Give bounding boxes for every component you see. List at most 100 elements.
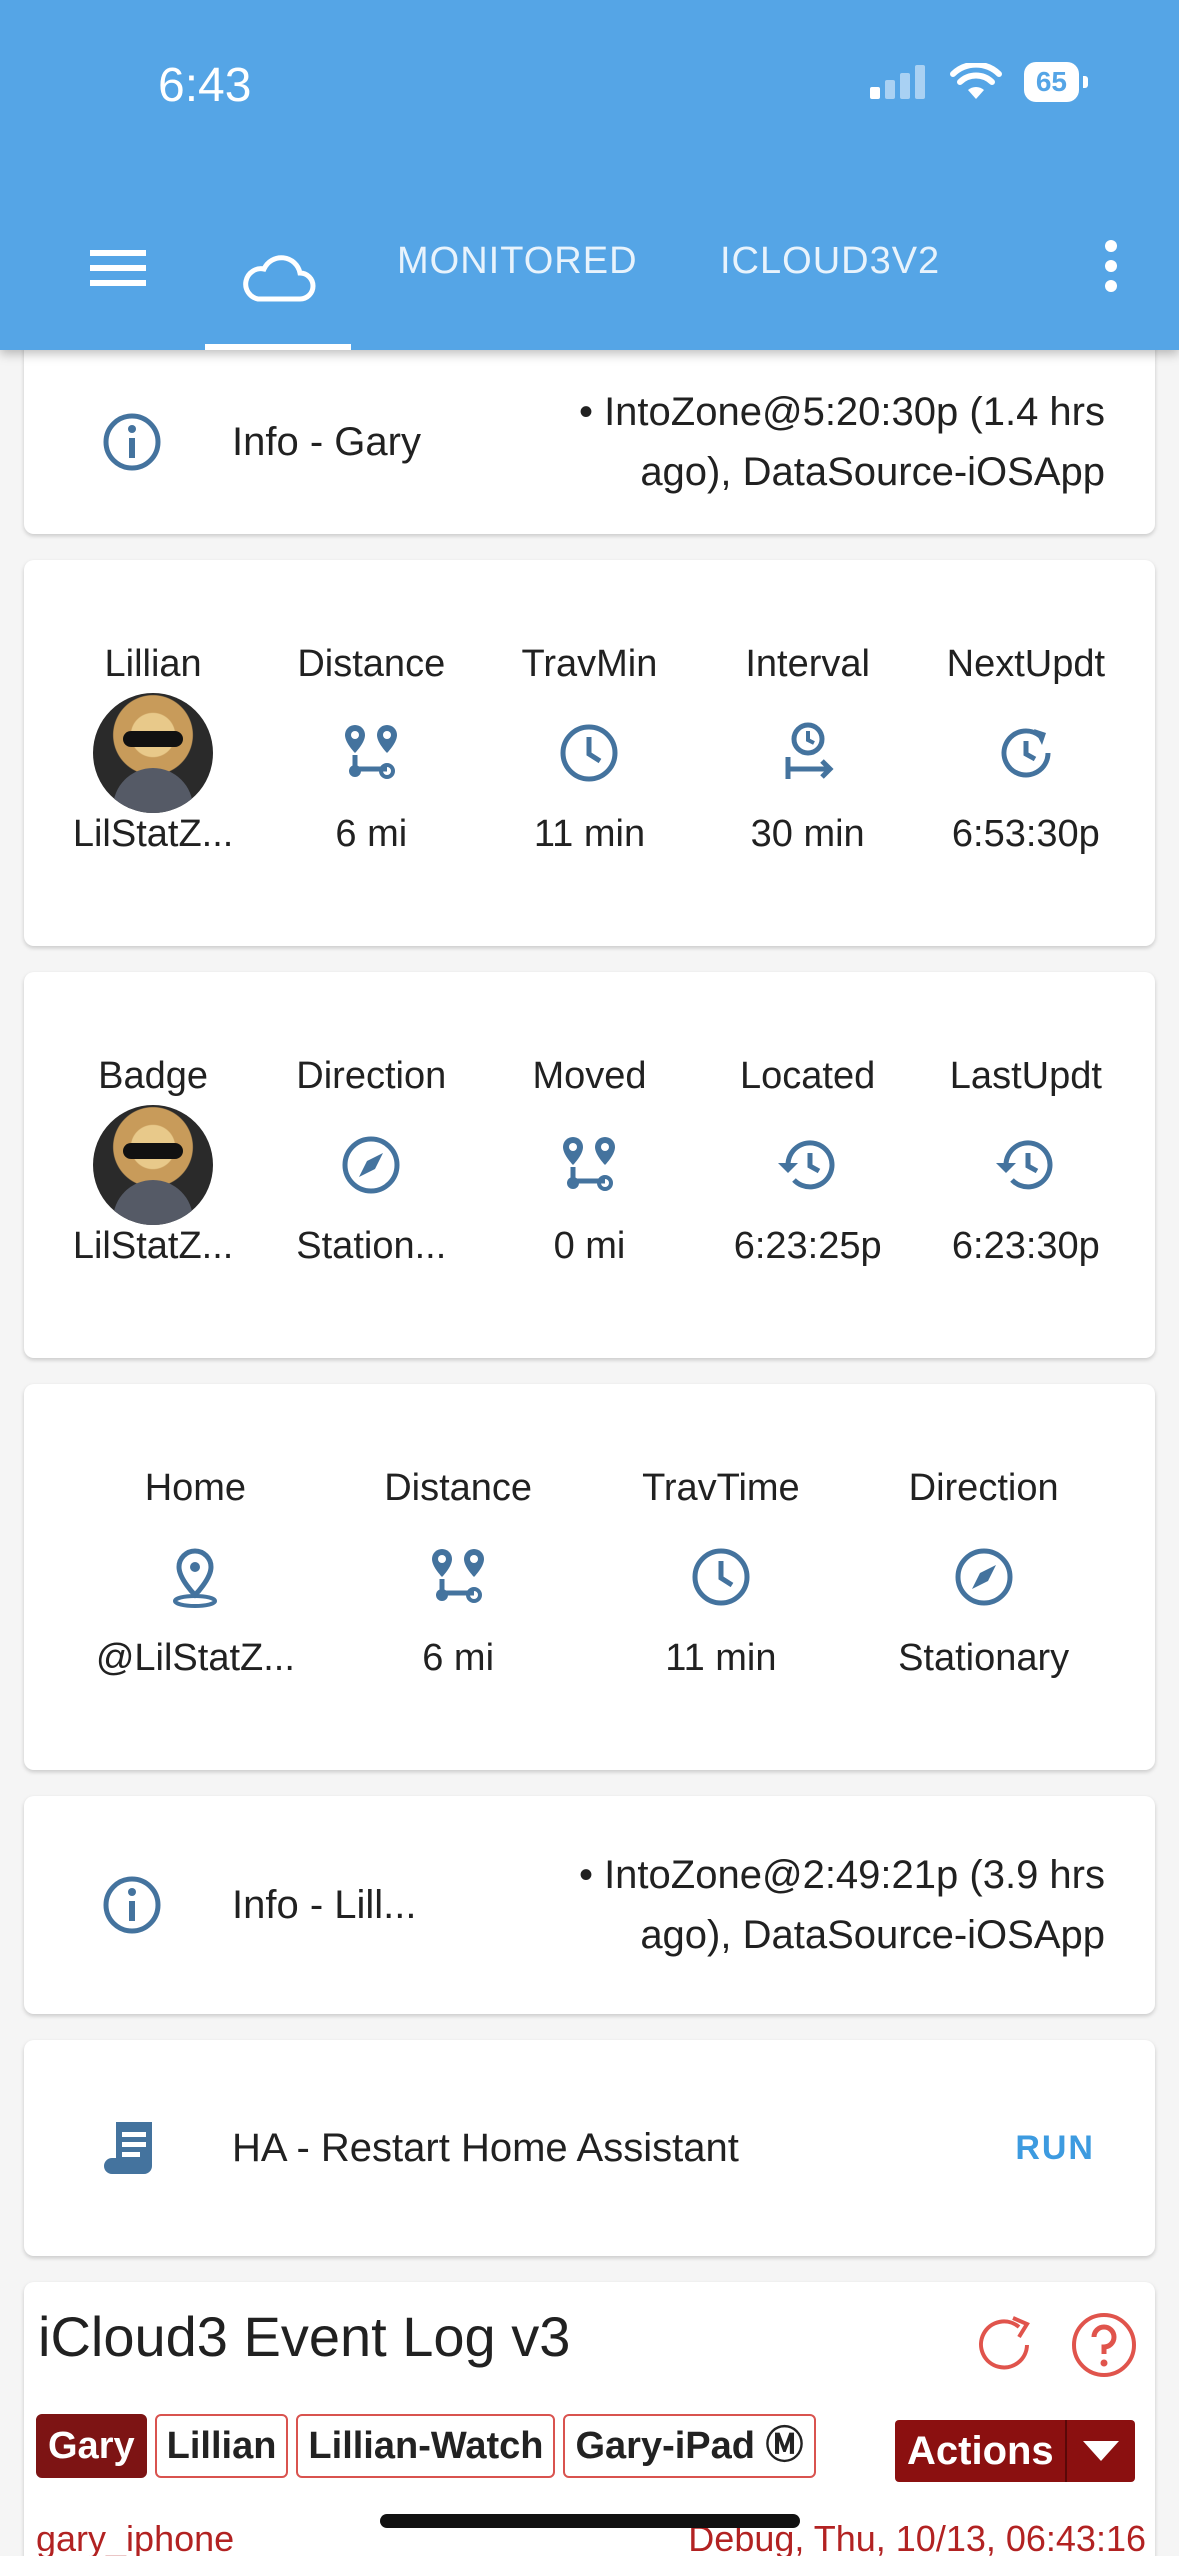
glance-value: 6 mi bbox=[335, 813, 408, 855]
glance-title: Direction bbox=[296, 1055, 447, 1097]
compass-icon bbox=[342, 1136, 400, 1194]
tab-bar: MONITORED ICLOUD3V2 bbox=[0, 210, 1179, 350]
avatar bbox=[93, 1105, 214, 1225]
glance-title: TravMin bbox=[521, 643, 658, 685]
history-icon bbox=[777, 1140, 835, 1190]
glance-title: Home bbox=[144, 1467, 247, 1509]
info-value-line1: • IntoZone@2:49:21p (3.9 hrs bbox=[578, 1853, 1105, 1897]
glance-value: Station... bbox=[296, 1225, 447, 1267]
app-header: 6:43 65 MONITORED ICLOUD3V2 bbox=[0, 0, 1179, 350]
chip-lillian-watch[interactable]: Lillian-Watch bbox=[296, 2414, 556, 2478]
home-indicator[interactable] bbox=[380, 2514, 800, 2528]
run-button[interactable]: RUN bbox=[1015, 2129, 1095, 2168]
glance-value: 0 mi bbox=[553, 1225, 626, 1267]
glance-title: Distance bbox=[297, 643, 446, 685]
glance-item-distance[interactable]: Distance 6 mi bbox=[343, 1467, 573, 1687]
status-time: 6:43 bbox=[158, 59, 252, 112]
glance-item-direction[interactable]: Direction Stationary bbox=[869, 1467, 1099, 1687]
actions-label: Actions bbox=[907, 2428, 1054, 2473]
glance-item-nextupdt[interactable]: NextUpdt 6:53:30p bbox=[926, 643, 1126, 863]
clock-icon bbox=[560, 724, 618, 782]
info-label: Info - Lill... bbox=[232, 1882, 417, 1927]
compass-icon bbox=[955, 1548, 1013, 1606]
glance-item-interval[interactable]: Interval 30 min bbox=[708, 643, 908, 863]
glance-value: 6:23:25p bbox=[733, 1225, 882, 1267]
glance-item-moved[interactable]: Moved 0 mi bbox=[489, 1055, 689, 1275]
chip-gary-ipad[interactable]: Gary-iPad Ⓜ bbox=[563, 2414, 816, 2478]
history-icon bbox=[995, 1140, 1053, 1190]
clock-refresh-icon bbox=[1001, 728, 1051, 778]
chip-gary[interactable]: Gary bbox=[36, 2414, 147, 2478]
info-value: • IntoZone@2:49:21p (3.9 hrs ago), DataS… bbox=[579, 1845, 1105, 1965]
script-card-restart: HA - Restart Home Assistant RUN bbox=[24, 2040, 1155, 2256]
glance-title: Moved bbox=[532, 1055, 647, 1097]
clock-icon bbox=[692, 1548, 750, 1606]
info-value-line2: ago), DataSource-iOSApp bbox=[640, 1913, 1105, 1957]
info-value-line1: • IntoZone@5:20:30p (1.4 hrs bbox=[578, 390, 1105, 434]
timer-arrow-icon bbox=[785, 722, 834, 779]
glance-item-travtime[interactable]: TravTime 11 min bbox=[606, 1467, 836, 1687]
info-card-lillian[interactable]: Info - Lill... • IntoZone@2:49:21p (3.9 … bbox=[24, 1796, 1155, 2014]
glance-value: LilStatZ... bbox=[72, 1225, 234, 1267]
info-label: Info - Gary bbox=[232, 419, 421, 464]
glance-title: Distance bbox=[384, 1467, 533, 1509]
glance-value: 6:23:30p bbox=[951, 1225, 1100, 1267]
script-label: HA - Restart Home Assistant bbox=[232, 2125, 739, 2170]
glance-title: LastUpdt bbox=[949, 1055, 1102, 1097]
glance-item-badge[interactable]: Badge LilStatZ... bbox=[53, 1055, 253, 1275]
status-icons: 65 bbox=[868, 62, 1089, 102]
glance-value: 11 min bbox=[533, 813, 646, 855]
glance-card-badge: Badge LilStatZ... Direction Station... M… bbox=[24, 972, 1155, 1358]
glance-value: @LilStatZ... bbox=[95, 1637, 295, 1679]
avatar bbox=[93, 693, 214, 813]
event-log-title: iCloud3 Event Log v3 bbox=[38, 2305, 571, 2368]
glance-value: 30 min bbox=[750, 813, 865, 855]
tab-cloud-home[interactable] bbox=[205, 210, 351, 350]
glance-value: Stationary bbox=[898, 1637, 1070, 1679]
glance-value: LilStatZ... bbox=[72, 813, 234, 855]
tab-monitored[interactable]: MONITORED bbox=[397, 240, 638, 283]
signal-icon bbox=[869, 65, 925, 99]
glance-item-lastupdt[interactable]: LastUpdt 6:23:30p bbox=[926, 1055, 1126, 1275]
map-marker-icon bbox=[173, 1548, 218, 1608]
glance-title: Interval bbox=[745, 643, 870, 685]
map-marker-distance-icon bbox=[432, 1549, 485, 1603]
glance-value: 11 min bbox=[665, 1637, 777, 1679]
more-vert-icon[interactable] bbox=[1103, 238, 1119, 294]
tab-icloud3v2[interactable]: ICLOUD3V2 bbox=[720, 240, 940, 283]
wifi-icon bbox=[949, 63, 1002, 99]
glance-title: Direction bbox=[908, 1467, 1059, 1509]
glance-card-lillian: Lillian LilStatZ... Distance 6 mi TravMi… bbox=[24, 560, 1155, 946]
glance-card-home: Home @LilStatZ... Distance 6 mi TravTime… bbox=[24, 1384, 1155, 1770]
glance-item-direction[interactable]: Direction Station... bbox=[271, 1055, 471, 1275]
info-icon bbox=[103, 413, 161, 471]
info-icon bbox=[103, 1876, 161, 1934]
battery-indicator: 65 bbox=[1023, 62, 1089, 102]
glance-item-located[interactable]: Located 6:23:25p bbox=[708, 1055, 908, 1275]
active-tab-indicator bbox=[205, 344, 351, 350]
chip-lillian[interactable]: Lillian bbox=[154, 2414, 289, 2478]
glance-title: Lillian bbox=[104, 643, 202, 685]
glance-value: 6:53:30p bbox=[951, 813, 1100, 855]
device-filter-chips: Gary Lillian Lillian-Watch Gary-iPad Ⓜ bbox=[36, 2414, 816, 2478]
hamburger-menu-icon[interactable] bbox=[88, 244, 148, 292]
glance-title: TravTime bbox=[642, 1467, 800, 1509]
info-value: • IntoZone@5:20:30p (1.4 hrs ago), DataS… bbox=[579, 382, 1105, 502]
glance-item-lillian[interactable]: Lillian LilStatZ... bbox=[53, 643, 253, 863]
map-marker-distance-icon bbox=[345, 725, 398, 779]
glance-title: Badge bbox=[98, 1055, 209, 1097]
log-device-name: gary_iphone bbox=[36, 2518, 235, 2556]
script-icon bbox=[104, 2122, 152, 2174]
glance-item-distance[interactable]: Distance 6 mi bbox=[271, 643, 471, 863]
help-icon[interactable] bbox=[1069, 2310, 1139, 2380]
glance-item-home[interactable]: Home @LilStatZ... bbox=[80, 1467, 310, 1687]
cloud-icon bbox=[243, 255, 316, 302]
map-marker-distance-icon bbox=[563, 1137, 616, 1191]
glance-title: Located bbox=[740, 1055, 876, 1097]
glance-item-travmin[interactable]: TravMin 11 min bbox=[489, 643, 689, 863]
glance-value: 6 mi bbox=[422, 1637, 495, 1679]
actions-dropdown[interactable]: Actions bbox=[895, 2420, 1135, 2482]
refresh-icon[interactable] bbox=[969, 2310, 1039, 2380]
info-value-line2: ago), DataSource-iOSApp bbox=[640, 450, 1105, 494]
caret-down-icon bbox=[1083, 2441, 1119, 2461]
